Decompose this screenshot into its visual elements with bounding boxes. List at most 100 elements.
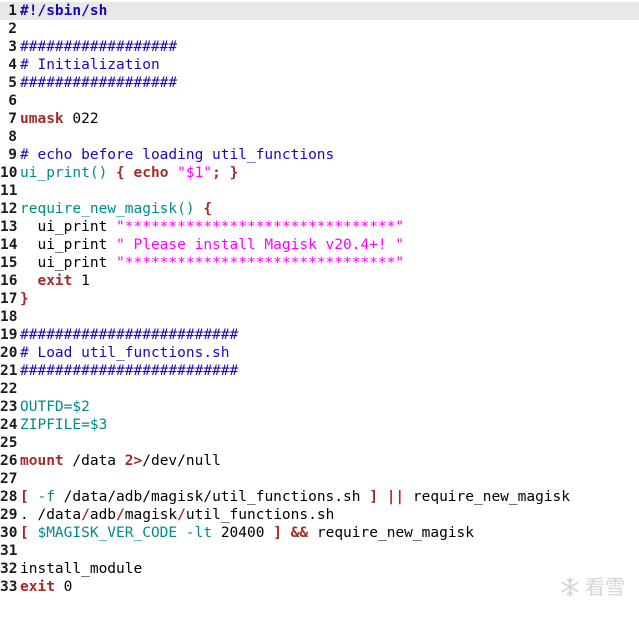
code-token: 1	[72, 273, 90, 289]
code-token: /	[177, 507, 186, 523]
code-line[interactable]: install_module	[20, 560, 639, 578]
code-line[interactable]	[20, 20, 639, 38]
code-line[interactable]: #!/sbin/sh	[20, 2, 639, 20]
code-line[interactable]: ZIPFILE=$3	[20, 416, 639, 434]
line-number: 30	[0, 525, 18, 541]
code-token: /data/adb/magisk/util_functions.sh	[54, 489, 370, 505]
code-line[interactable]	[20, 434, 639, 452]
code-token: ]	[273, 525, 282, 541]
code-line[interactable]: # Initialization	[20, 56, 639, 74]
line-number: 23	[0, 399, 18, 415]
code-line[interactable]: . /data/adb/magisk/util_functions.sh	[20, 506, 639, 524]
code-token: {	[203, 201, 213, 217]
code-line[interactable]: exit 0	[20, 578, 639, 596]
code-line[interactable]	[20, 182, 639, 200]
code-line[interactable]: ui_print "******************************…	[20, 254, 639, 272]
line-number: 9	[8, 147, 17, 163]
code-token: " Please install Magisk v20.4+! "	[116, 237, 405, 253]
line-number: 5	[8, 75, 17, 91]
line-number: 33	[0, 579, 18, 595]
code-token: -lt	[185, 525, 213, 541]
code-token: 0	[54, 579, 73, 595]
watermark: 看雪	[559, 576, 625, 598]
code-editor[interactable]: 1 2 3 4 5 6 7 8 9 10 11 12 13 14 15 16 17 18 19 20 21 22 23 24 2…	[0, 0, 639, 618]
code-line[interactable]: umask 022	[20, 110, 639, 128]
code-line[interactable]	[20, 542, 639, 560]
code-token: # echo before loading util_functions	[20, 147, 335, 163]
code-token: require_new_magisk	[404, 489, 571, 505]
code-token: echo	[133, 165, 169, 181]
code-line[interactable]: [ $MAGISK_VER_CODE -lt 20400 ] && requir…	[20, 524, 639, 542]
code-line[interactable]	[20, 470, 639, 488]
code-token: -f	[37, 489, 55, 505]
line-number: 20	[0, 345, 18, 361]
code-token: ;	[212, 165, 230, 181]
code-token: "$1"	[177, 165, 213, 181]
code-line[interactable]: #########################	[20, 326, 639, 344]
code-line[interactable]: OUTFD=$2	[20, 398, 639, 416]
code-token: ZIPFILE=$3	[20, 417, 108, 433]
code-line[interactable]: require_new_magisk() {	[20, 200, 639, 218]
code-line[interactable]: [ -f /data/adb/magisk/util_functions.sh …	[20, 488, 639, 506]
code-token: ui_print()	[20, 165, 108, 181]
code-line[interactable]: mount /data 2>/dev/null	[20, 452, 639, 470]
line-number: 1	[0, 2, 20, 20]
line-number: 6	[8, 93, 17, 109]
code-token: {	[116, 165, 125, 181]
code-token: # Load util_functions.sh	[20, 345, 230, 361]
line-number: 22	[0, 381, 18, 397]
line-number: 19	[0, 327, 18, 343]
code-line[interactable]: # Load util_functions.sh	[20, 344, 639, 362]
code-token: magisk	[124, 507, 178, 523]
code-token: [	[20, 525, 29, 541]
line-number: 14	[0, 237, 18, 253]
code-line[interactable]	[20, 128, 639, 146]
code-line[interactable]: ui_print "******************************…	[20, 218, 639, 236]
code-token: mount	[20, 453, 64, 469]
code-token: exit	[20, 579, 55, 595]
code-line[interactable]: }	[20, 290, 639, 308]
line-number: 2	[8, 21, 17, 37]
code-token: ui_print	[20, 237, 117, 253]
code-token: /	[116, 507, 125, 523]
code-line[interactable]: # echo before loading util_functions	[20, 146, 639, 164]
code-token: $MAGISK_VER_CODE	[37, 525, 178, 541]
code-line[interactable]	[20, 380, 639, 398]
code-token: ]	[369, 489, 378, 505]
line-number: 25	[0, 435, 18, 451]
code-token: util_functions.sh	[185, 507, 335, 523]
code-line[interactable]: ui_print " Please install Magisk v20.4+!…	[20, 236, 639, 254]
code-line[interactable]: #########################	[20, 362, 639, 380]
code-token: /data	[63, 453, 125, 469]
code-token: }	[229, 165, 239, 181]
code-token: ##################	[20, 39, 178, 55]
code-area[interactable]: #!/sbin/sh ################## # Initializa…	[20, 2, 639, 596]
code-token: require_new_magisk	[308, 525, 475, 541]
code-token: install_module	[20, 561, 143, 577]
code-line[interactable]: ui_print() { echo "$1"; }	[20, 164, 639, 182]
line-number: 17	[0, 291, 18, 307]
line-number: 4	[8, 57, 17, 73]
code-line[interactable]: ##################	[20, 38, 639, 56]
line-number: 27	[0, 471, 18, 487]
line-number: 10	[0, 165, 18, 181]
code-line[interactable]	[20, 308, 639, 326]
code-token: ##################	[20, 75, 178, 91]
watermark-text: 看雪	[585, 575, 625, 599]
code-token: . /data	[20, 507, 82, 523]
code-token: ui_print	[20, 219, 117, 235]
code-token: OUTFD=$2	[20, 399, 90, 415]
line-number: 16	[0, 273, 18, 289]
code-token: "*******************************"	[116, 219, 405, 235]
snowflake-icon	[559, 576, 581, 598]
code-token: /dev/null	[142, 453, 221, 469]
line-number-gutter: 1 2 3 4 5 6 7 8 9 10 11 12 13 14 15 16 17 18 19 20 21 22 23 24 2…	[0, 2, 20, 596]
code-token: 20400	[212, 525, 274, 541]
code-token: # Initialization	[20, 57, 160, 73]
code-line[interactable]: ##################	[20, 74, 639, 92]
code-line[interactable]	[20, 92, 639, 110]
code-line[interactable]: exit 1	[20, 272, 639, 290]
